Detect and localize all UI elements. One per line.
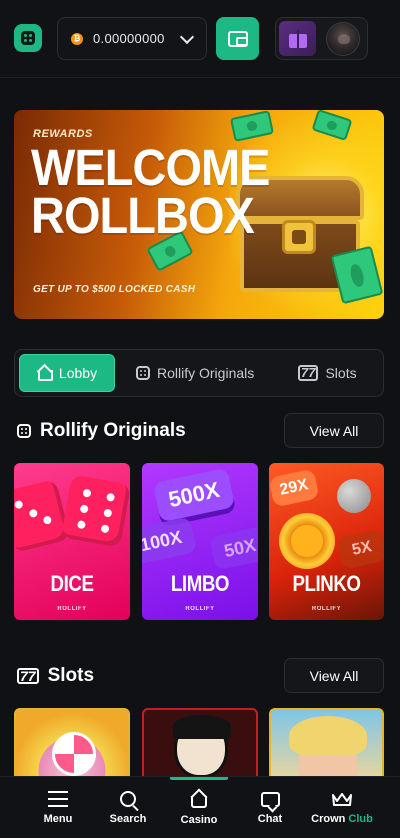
view-all-slots-button[interactable]: View All — [284, 658, 384, 693]
nav-crown-club[interactable]: Crown Club — [304, 777, 380, 838]
plinko-ball-illustration — [337, 479, 371, 513]
banner-title-line1: WELCOME — [31, 139, 270, 196]
tab-label: Slots — [325, 365, 357, 381]
promo-banner[interactable]: REWARDS WELCOME ROLLBOX GET UP TO $500 L… — [14, 110, 384, 319]
multiplier-chip: 5X — [336, 528, 384, 570]
game-name: DICE — [50, 571, 94, 596]
avatar[interactable] — [326, 22, 360, 56]
dice-icon — [17, 424, 31, 438]
balance-value: 0.00000000 — [93, 31, 165, 46]
nav-label: Menu — [43, 813, 73, 825]
home-icon — [37, 366, 53, 381]
nav-menu[interactable]: Menu — [30, 777, 86, 838]
user-area — [275, 17, 368, 60]
top-header: ₿ 0.00000000 — [0, 0, 400, 78]
slot-icon: 77 — [298, 365, 319, 381]
section-title-slots: 77 Slots — [17, 665, 94, 687]
nav-label: Chat — [257, 812, 283, 825]
casino-icon — [190, 791, 208, 808]
game-brand: ROLLIFY — [311, 606, 342, 612]
dice-icon — [136, 366, 150, 380]
rewards-button[interactable] — [279, 21, 316, 56]
tab-lobby[interactable]: Lobby — [19, 354, 115, 392]
nav-label: Crown Club — [311, 813, 373, 825]
banner-title-line2: ROLLBOX — [31, 187, 255, 245]
nav-label: Search — [109, 813, 147, 825]
vampire-illustration — [173, 715, 231, 778]
menu-icon — [48, 791, 68, 807]
balance-selector[interactable]: ₿ 0.00000000 — [57, 17, 207, 60]
tab-slots[interactable]: 77 Slots — [298, 354, 357, 392]
multiplier-chip: 50X — [209, 525, 258, 571]
chevron-down-icon — [179, 29, 195, 45]
view-all-originals-button[interactable]: View All — [284, 413, 384, 448]
game-name: LIMBO — [170, 571, 230, 596]
candy-illustration — [52, 732, 96, 776]
multiplier-chip: 500X — [152, 467, 236, 523]
logo-icon[interactable] — [14, 24, 42, 52]
nav-casino[interactable]: Casino — [170, 777, 228, 838]
multiplier-chip: 100X — [142, 516, 198, 566]
bottom-nav: Menu Search Casino Chat Crown Club — [0, 776, 400, 838]
game-brand: ROLLIFY — [57, 606, 87, 612]
bitcoin-icon: ₿ — [71, 32, 83, 45]
banner-title: WELCOME ROLLBOX — [31, 139, 270, 245]
category-tabs: Lobby Rollify Originals 77 Slots — [14, 349, 384, 397]
multiplier-chip: 29X — [269, 468, 320, 508]
slot-icon: 77 — [17, 668, 39, 684]
game-name: PLINKO — [292, 571, 361, 596]
game-brand: ROLLIFY — [185, 606, 215, 612]
search-icon — [120, 791, 136, 807]
coin-illustration — [279, 513, 335, 569]
nav-label: Casino — [180, 813, 218, 826]
section-title-originals: Rollify Originals — [17, 420, 186, 442]
tab-rollify-originals[interactable]: Rollify Originals — [136, 354, 254, 392]
game-card-plinko[interactable]: 29X 5X PLINKO ROLLIFY — [269, 463, 384, 620]
game-card-limbo[interactable]: 500X 100X 50X LIMBO ROLLIFY — [142, 463, 258, 620]
die-illustration — [14, 478, 71, 554]
tab-label: Rollify Originals — [157, 365, 255, 381]
nav-chat[interactable]: Chat — [242, 777, 298, 838]
nav-search[interactable]: Search — [100, 777, 156, 838]
chat-icon — [260, 791, 280, 807]
gift-icon — [288, 29, 307, 48]
game-card-dice[interactable]: DICE ROLLIFY — [14, 463, 130, 620]
die-illustration — [60, 474, 130, 548]
tab-label: Lobby — [58, 365, 98, 381]
crown-icon — [331, 791, 353, 807]
wallet-icon — [227, 30, 248, 47]
wallet-button[interactable] — [216, 17, 259, 60]
banner-subtitle: GET UP TO $500 LOCKED CASH — [33, 284, 196, 295]
